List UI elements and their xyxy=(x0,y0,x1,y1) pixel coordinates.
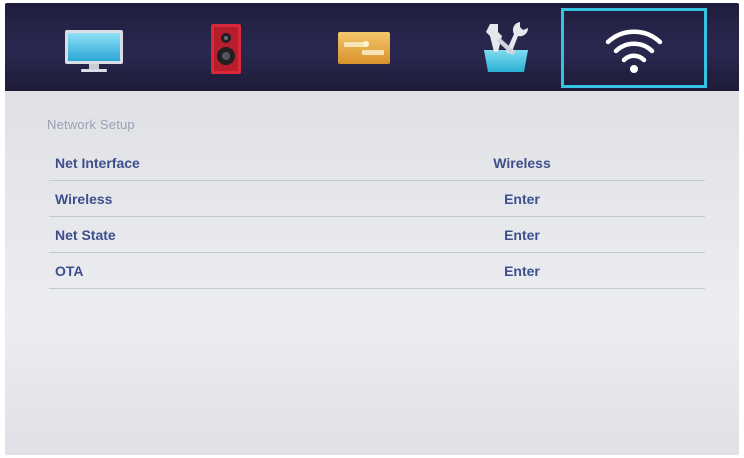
menu-row-label: OTA xyxy=(55,263,84,279)
menu-category-bar xyxy=(5,3,739,91)
menu-row-label: Net Interface xyxy=(55,155,140,171)
tab-picture[interactable] xyxy=(23,8,165,88)
menu-row-value[interactable]: Enter xyxy=(467,227,577,243)
menu-row-label: Wireless xyxy=(55,191,113,207)
menu-row-value[interactable]: Wireless xyxy=(467,155,577,171)
tab-time[interactable] xyxy=(293,8,435,88)
tab-setup[interactable] xyxy=(435,8,577,88)
section-title: Network Setup xyxy=(47,117,135,132)
menu-row-value[interactable]: Enter xyxy=(467,191,577,207)
menu-row-label: Net State xyxy=(55,227,116,243)
menu-row-value[interactable]: Enter xyxy=(467,263,577,279)
timer-panel-icon xyxy=(338,32,390,64)
tab-sound[interactable] xyxy=(155,8,297,88)
tools-setup-icon xyxy=(484,22,529,72)
menu-row-wireless[interactable]: Wireless Enter xyxy=(49,181,705,217)
speaker-sound-icon xyxy=(211,24,241,74)
tab-network[interactable] xyxy=(561,8,707,88)
tv-screen: Network Setup Net Interface Wireless Wir… xyxy=(5,3,739,455)
menu-row-net-interface[interactable]: Net Interface Wireless xyxy=(49,145,705,181)
tv-picture-icon xyxy=(65,30,123,72)
menu-row-ota[interactable]: OTA Enter xyxy=(49,253,705,289)
menu-row-net-state[interactable]: Net State Enter xyxy=(49,217,705,253)
wifi-network-icon xyxy=(605,29,663,73)
